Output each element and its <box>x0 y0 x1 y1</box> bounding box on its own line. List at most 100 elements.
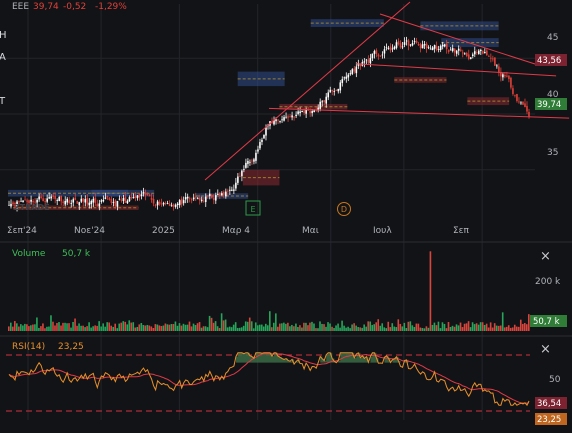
change-label: -0,52 <box>63 2 86 12</box>
candle-body <box>166 203 169 204</box>
candle-body <box>417 44 420 46</box>
candle-body <box>287 116 289 118</box>
candle-body <box>520 102 522 104</box>
volume-bar <box>78 323 80 331</box>
candle-body <box>441 44 444 47</box>
candle-body <box>144 192 147 196</box>
volume-bar <box>52 321 54 331</box>
candle-body <box>229 189 231 191</box>
chart-canvas[interactable]: EEE 39,74 -0,52 -1,29% Η Α Τ ZTRADE E D … <box>0 0 572 429</box>
volume-bar <box>248 317 251 331</box>
volume-bar <box>238 327 241 331</box>
volume-bar <box>36 317 38 331</box>
volume-bar <box>228 326 231 331</box>
volume-bar <box>116 328 119 331</box>
volume-bar <box>216 326 219 331</box>
candle-body <box>439 46 442 51</box>
candle-body <box>233 189 235 191</box>
volume-bar <box>423 328 426 331</box>
volume-bar <box>258 324 261 331</box>
candle-body <box>508 75 510 80</box>
candle-body <box>391 48 394 50</box>
volume-bar <box>164 323 167 331</box>
volume-bar <box>299 325 301 331</box>
rsi-close-button[interactable]: × <box>540 342 551 357</box>
volume-bar <box>397 319 400 331</box>
volume-bar <box>42 323 44 331</box>
volume-bar <box>182 323 185 331</box>
volume-bar <box>12 326 14 331</box>
volume-bar <box>429 251 432 331</box>
candle-body <box>120 199 123 201</box>
candle-body <box>138 194 141 198</box>
volume-bar <box>323 324 325 331</box>
volume-bar <box>66 323 68 331</box>
volume-bar <box>26 324 28 331</box>
candle-body <box>453 48 456 53</box>
volume-bar <box>297 326 299 331</box>
volume-bar <box>469 327 472 331</box>
volume-bar <box>503 327 506 331</box>
volume-bar <box>325 326 327 331</box>
candle-body <box>445 43 448 50</box>
volume-bar <box>337 323 339 331</box>
candle-body <box>136 195 139 199</box>
volume-bar <box>439 328 442 331</box>
candle-body <box>114 200 117 206</box>
volume-bar <box>170 324 173 331</box>
candle-body <box>423 44 426 46</box>
candle-body <box>100 200 103 202</box>
volume-bar <box>445 328 448 331</box>
candle-body <box>451 48 454 51</box>
volume-bar <box>387 321 390 331</box>
volume-bar <box>357 327 359 331</box>
candle-body <box>162 202 165 205</box>
volume-bar <box>417 323 420 331</box>
candle-body <box>223 191 225 195</box>
volume-bar <box>275 313 277 331</box>
candle-body <box>251 160 253 162</box>
candle-body <box>478 50 480 54</box>
volume-bar <box>46 326 48 331</box>
volume-bar <box>144 325 147 331</box>
candle-body <box>323 100 326 103</box>
candle-body <box>168 204 171 206</box>
volume-bar <box>190 326 193 331</box>
candle-body <box>176 203 179 206</box>
candle-body <box>126 200 129 204</box>
candle-body <box>329 89 332 93</box>
candle-body <box>259 142 261 149</box>
volume-bar <box>264 323 267 331</box>
candle-body <box>367 59 370 63</box>
candle-body <box>247 160 249 164</box>
volume-close-button[interactable]: × <box>540 249 551 264</box>
volume-bar <box>395 327 398 331</box>
candle-body <box>311 110 313 114</box>
candle-body <box>44 201 46 202</box>
candle-body <box>496 65 498 67</box>
candle-body <box>22 200 24 203</box>
candle-body <box>333 91 336 92</box>
volume-bar <box>523 323 526 331</box>
candle-body <box>518 101 520 103</box>
candle-body <box>200 199 203 201</box>
volume-bar <box>132 322 135 331</box>
volume-bar <box>152 327 155 331</box>
candle-body <box>217 193 219 195</box>
candle-body <box>180 198 183 205</box>
volume-bar <box>351 324 353 331</box>
volume-bar <box>339 327 341 331</box>
candle-body <box>437 49 440 50</box>
volume-bar <box>505 326 508 331</box>
volume-bar <box>473 324 476 331</box>
volume-bar <box>108 322 110 331</box>
volume-bar <box>192 323 195 331</box>
candle-body <box>140 194 143 196</box>
candle-body <box>387 48 390 49</box>
candle-body <box>132 196 135 199</box>
candle-body <box>299 111 301 114</box>
candle-body <box>196 198 199 200</box>
time-tick-jul: Ιουλ <box>373 226 392 236</box>
candle-body <box>313 110 315 113</box>
candle-body <box>403 42 406 45</box>
